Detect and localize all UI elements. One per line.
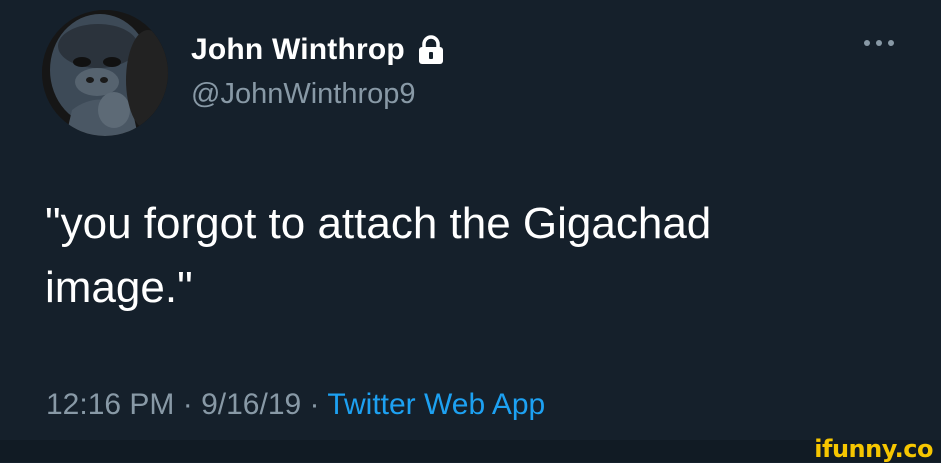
tweet-text: "you forgot to attach the Gigachad image… (45, 192, 865, 320)
tweet-text-line: "you forgot to attach the Gigachad (45, 199, 712, 248)
tweet-time[interactable]: 12:16 PM (46, 388, 174, 421)
name-row: John Winthrop (191, 32, 445, 68)
user-handle[interactable]: @JohnWinthrop9 (191, 78, 445, 111)
gorilla-avatar-icon (42, 10, 168, 136)
lock-icon (417, 35, 445, 65)
separator: · (301, 388, 328, 421)
tweet-card: John Winthrop @JohnWinthrop9 "you forgot… (0, 0, 941, 440)
tweet-author: John Winthrop @JohnWinthrop9 (191, 32, 445, 111)
tweet-source-link[interactable]: Twitter Web App (327, 388, 545, 421)
avatar[interactable] (42, 10, 168, 136)
ifunny-watermark: ifunny.co (814, 435, 933, 463)
tweet-text-line: image." (45, 263, 193, 312)
separator: · (174, 388, 202, 421)
tweet-metadata: 12:16 PM · 9/16/19 · Twitter Web App (46, 388, 545, 422)
display-name[interactable]: John Winthrop (191, 33, 405, 67)
watermark-bar (0, 440, 941, 462)
tweet-date[interactable]: 9/16/19 (201, 388, 301, 421)
more-options-icon[interactable] (861, 36, 897, 48)
